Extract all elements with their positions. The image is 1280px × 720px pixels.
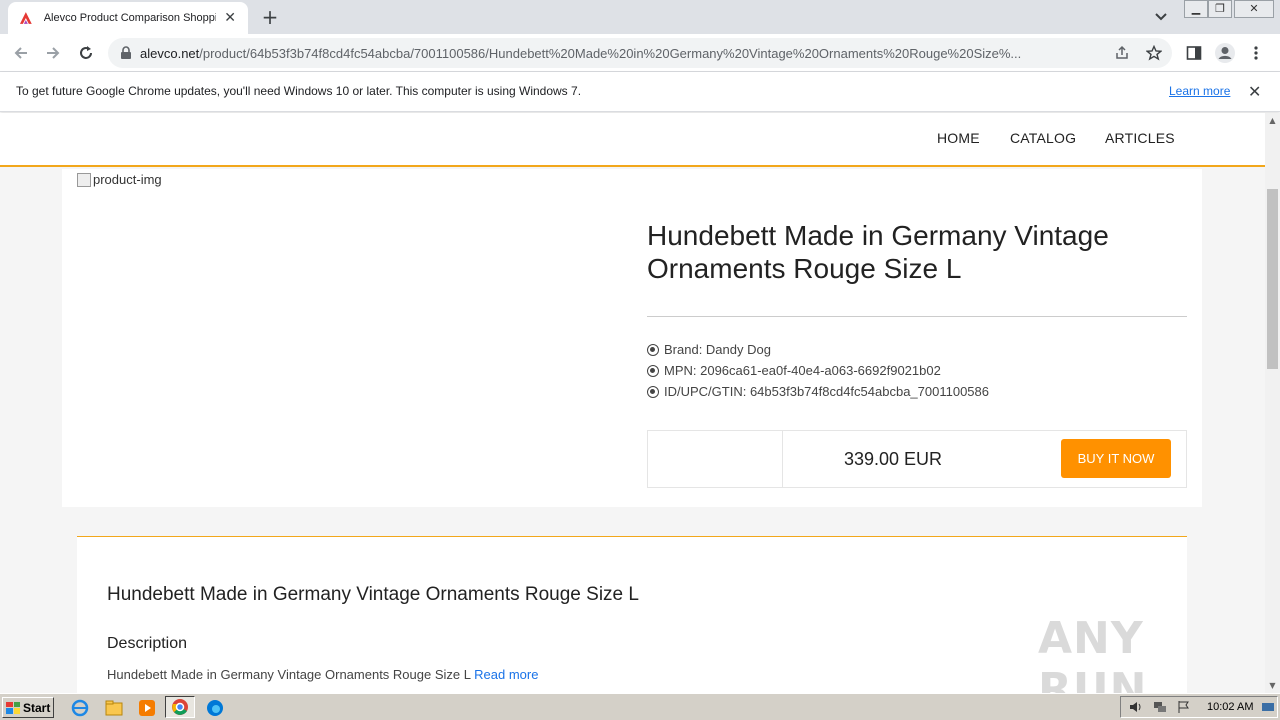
chrome-taskbar-icon[interactable]: [165, 696, 195, 718]
bookmark-star-icon[interactable]: [1146, 45, 1162, 61]
browser-toolbar: alevco.net/product/64b53f3b74f8cd4fc54ab…: [0, 34, 1280, 72]
page-scrollbar[interactable]: ▲ ▼: [1265, 113, 1280, 693]
share-icon[interactable]: [1114, 45, 1130, 61]
scroll-up-arrow-icon[interactable]: ▲: [1265, 113, 1280, 128]
price: 339.00 EUR: [844, 449, 943, 469]
edge-icon[interactable]: [205, 698, 225, 718]
bullet-target-icon: [647, 343, 659, 356]
back-arrow-icon: [14, 47, 27, 59]
nav-home-link[interactable]: HOME: [937, 130, 980, 146]
description-card: Hundebett Made in Germany Vintage Orname…: [77, 536, 1187, 693]
description-body: Hundebett Made in Germany Vintage Orname…: [107, 667, 471, 682]
offer-row: 339.00 EUR BUY IT NOW: [647, 430, 1187, 488]
update-infobar: To get future Google Chrome updates, you…: [0, 72, 1280, 112]
spec-text: ID/UPC/GTIN: 64b53f3b74f8cd4fc54abcba_70…: [664, 384, 989, 399]
start-button[interactable]: Start: [2, 697, 54, 718]
tab-strip: Alevco Product Comparison Shopping ✕ + ▁…: [0, 0, 1280, 34]
description-text: Hundebett Made in Germany Vintage Orname…: [107, 667, 538, 682]
nav-catalog-link[interactable]: CATALOG: [1010, 130, 1076, 146]
file-explorer-icon[interactable]: [104, 698, 124, 718]
product-image[interactable]: product-img: [77, 172, 162, 187]
tab-search-chevron-icon[interactable]: [1152, 8, 1170, 26]
volume-icon[interactable]: [1129, 700, 1143, 714]
spec-text: MPN: 2096ca61-ea0f-40e4-a063-6692f9021b0…: [664, 363, 941, 378]
spec-text: Brand: Dandy Dog: [664, 342, 771, 357]
infobar-message: To get future Google Chrome updates, you…: [16, 84, 582, 98]
bullet-target-icon: [647, 385, 659, 398]
spec-mpn: MPN: 2096ca61-ea0f-40e4-a063-6692f9021b0…: [647, 360, 989, 381]
url-text[interactable]: alevco.net/product/64b53f3b74f8cd4fc54ab…: [140, 46, 1120, 61]
spec-gtin: ID/UPC/GTIN: 64b53f3b74f8cd4fc54abcba_70…: [647, 381, 989, 402]
lock-icon[interactable]: [120, 46, 132, 60]
back-button[interactable]: [10, 42, 32, 64]
infobar-close-icon[interactable]: ✕: [1248, 82, 1261, 101]
offer-separator: [782, 431, 783, 487]
internet-explorer-icon[interactable]: [70, 698, 90, 718]
reload-button[interactable]: [75, 42, 97, 64]
forward-arrow-icon: [47, 47, 60, 59]
maximize-button[interactable]: ❐: [1208, 0, 1232, 18]
window-close-button[interactable]: ✕: [1234, 0, 1274, 18]
menu-kebab-icon[interactable]: [1252, 45, 1260, 61]
bullet-target-icon: [647, 364, 659, 377]
learn-more-link[interactable]: Learn more: [1169, 84, 1230, 98]
start-label: Start: [23, 700, 51, 715]
address-bar[interactable]: alevco.net/product/64b53f3b74f8cd4fc54ab…: [108, 38, 1172, 68]
buy-it-now-button[interactable]: BUY IT NOW: [1061, 439, 1171, 478]
nav-articles-link[interactable]: ARTICLES: [1105, 130, 1175, 146]
system-tray: 10:02 AM: [1120, 696, 1278, 718]
profile-avatar-icon[interactable]: [1214, 42, 1236, 64]
minimize-button[interactable]: ▁: [1184, 0, 1208, 18]
new-tab-button[interactable]: +: [258, 6, 282, 28]
description-title: Hundebett Made in Germany Vintage Orname…: [107, 584, 639, 605]
tab-close-icon[interactable]: ✕: [222, 10, 238, 26]
broken-image-icon: [77, 172, 91, 187]
reload-icon: [80, 46, 92, 59]
read-more-link[interactable]: Read more: [474, 667, 538, 682]
browser-tab[interactable]: Alevco Product Comparison Shopping ✕: [8, 2, 248, 34]
scroll-thumb[interactable]: [1267, 189, 1278, 369]
product-title: Hundebett Made in Germany Vintage Orname…: [647, 220, 1109, 284]
divider: [647, 316, 1187, 317]
product-specs: Brand: Dandy Dog MPN: 2096ca61-ea0f-40e4…: [647, 339, 989, 402]
description-heading: Description: [107, 635, 188, 652]
show-desktop-icon[interactable]: [1261, 700, 1275, 714]
network-icon[interactable]: [1153, 700, 1167, 714]
windows-logo-icon: [6, 701, 20, 714]
media-player-icon[interactable]: [137, 698, 157, 718]
windows-taskbar: Start 10:02 AM: [0, 693, 1280, 720]
url-domain: alevco.net: [140, 45, 200, 61]
side-panel-icon[interactable]: [1186, 45, 1202, 61]
forward-button[interactable]: [42, 42, 64, 64]
tab-title: Alevco Product Comparison Shopping: [43, 12, 217, 24]
product-card: product-img Hundebett Made in Germany Vi…: [62, 169, 1202, 507]
page-viewport: HOME CATALOG ARTICLES product-img Hundeb…: [0, 113, 1265, 693]
alevco-favicon-icon: [19, 12, 32, 24]
url-path: /product/64b53f3b74f8cd4fc54abcba/700110…: [199, 45, 1022, 61]
site-header: HOME CATALOG ARTICLES: [0, 113, 1265, 167]
action-center-flag-icon[interactable]: [1177, 700, 1191, 714]
product-image-alt: product-img: [93, 172, 162, 187]
scroll-down-arrow-icon[interactable]: ▼: [1265, 678, 1280, 693]
spec-brand: Brand: Dandy Dog: [647, 339, 989, 360]
taskbar-clock[interactable]: 10:02 AM: [1207, 701, 1253, 713]
anyrun-watermark: ANY RUN: [1038, 613, 1148, 693]
